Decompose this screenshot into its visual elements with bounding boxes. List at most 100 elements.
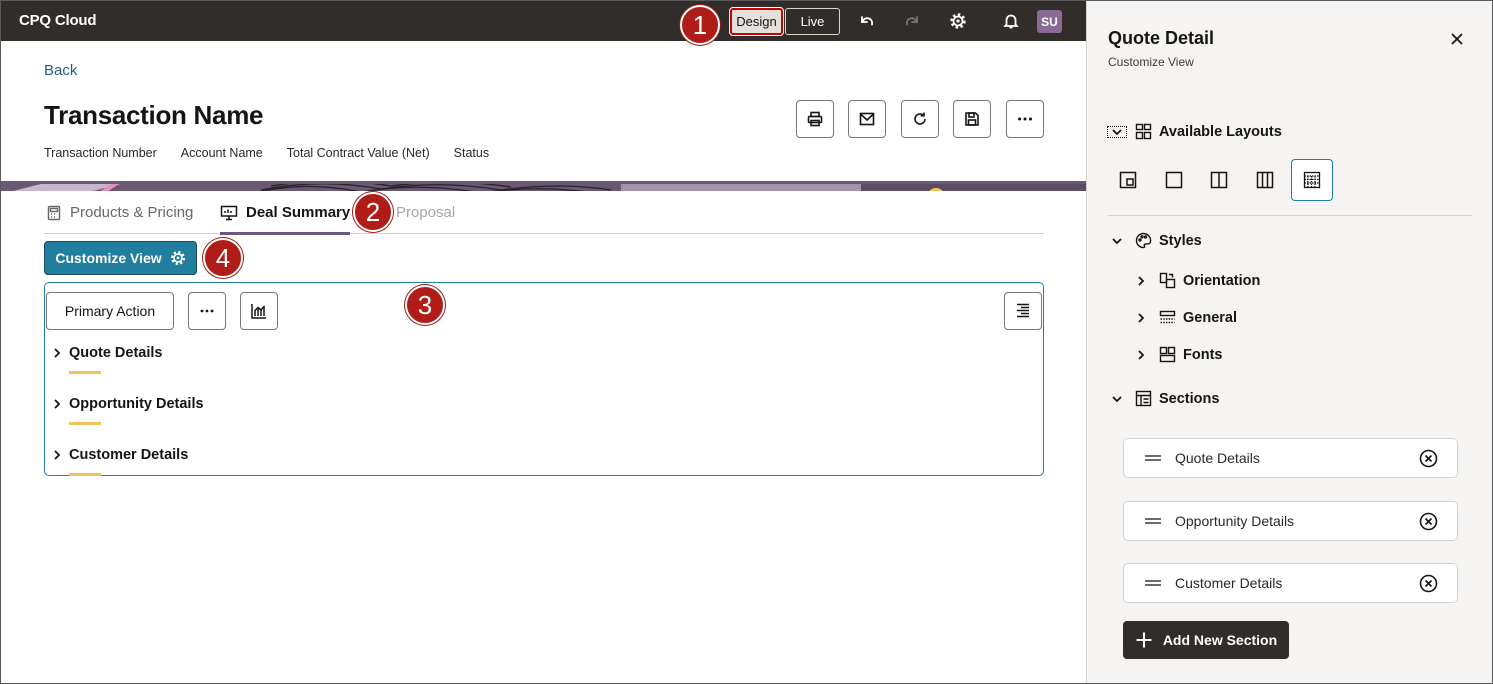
tab-proposal: Proposal bbox=[396, 191, 455, 234]
drag-handle-icon[interactable] bbox=[1144, 454, 1162, 462]
transaction-meta-row: Transaction Number Account Name Total Co… bbox=[44, 146, 513, 160]
save-icon bbox=[965, 112, 979, 126]
section-card-label: Customer Details bbox=[1175, 575, 1283, 591]
remove-circle-icon[interactable] bbox=[1419, 574, 1438, 593]
section-underline bbox=[69, 371, 101, 374]
tab-bar: Products & Pricing Deal Summary 2 Propos… bbox=[44, 191, 1044, 235]
app-window: CPQ Cloud 1 Design Live SU Back Transact… bbox=[0, 0, 1493, 684]
drawer-title: Quote Detail bbox=[1108, 28, 1215, 48]
email-icon bbox=[859, 112, 875, 126]
drawer-divider bbox=[1108, 215, 1472, 216]
print-button[interactable] bbox=[796, 100, 834, 138]
chevron-right-icon bbox=[48, 347, 66, 359]
customize-view-label: Customize View bbox=[55, 250, 162, 266]
meta-account-name: Account Name bbox=[180, 146, 263, 160]
undo-icon[interactable] bbox=[857, 11, 877, 31]
live-mode-button[interactable]: Live bbox=[785, 8, 840, 35]
layout-single-icon bbox=[1165, 171, 1183, 189]
drag-handle-icon[interactable] bbox=[1144, 517, 1162, 525]
section-card-opportunity-details[interactable]: Opportunity Details bbox=[1123, 501, 1458, 541]
callout-3: 3 bbox=[405, 285, 445, 325]
meta-transaction-number: Transaction Number bbox=[44, 146, 157, 160]
tab-deal-summary[interactable]: Deal Summary bbox=[220, 191, 351, 235]
drag-handle-icon[interactable] bbox=[1144, 579, 1162, 587]
callout-4: 4 bbox=[203, 238, 243, 278]
save-button[interactable] bbox=[953, 100, 991, 138]
section-underline bbox=[69, 473, 101, 476]
settings-icon[interactable] bbox=[948, 11, 968, 31]
chevron-down-icon bbox=[1107, 125, 1127, 138]
section-underline bbox=[69, 422, 101, 425]
available-layouts-header[interactable]: Available Layouts bbox=[1107, 123, 1282, 140]
chevron-down-icon bbox=[1108, 236, 1126, 246]
page-title: Transaction Name bbox=[44, 100, 264, 130]
layout-option-1[interactable] bbox=[1107, 159, 1149, 201]
remove-circle-icon[interactable] bbox=[1419, 512, 1438, 531]
style-label: General bbox=[1183, 309, 1237, 326]
email-button[interactable] bbox=[848, 100, 886, 138]
settings-icon bbox=[170, 251, 185, 265]
tab-label: Deal Summary bbox=[246, 204, 351, 221]
chevron-right-icon bbox=[48, 449, 66, 461]
section-quote-details[interactable]: Quote Details bbox=[48, 345, 162, 361]
design-mode-button[interactable]: Design bbox=[729, 7, 784, 36]
chevron-right-icon bbox=[1132, 275, 1150, 287]
fonts-icon bbox=[1158, 346, 1176, 363]
top-bar: CPQ Cloud 1 Design Live SU bbox=[1, 1, 1086, 45]
layout-option-3[interactable] bbox=[1198, 159, 1240, 201]
section-card-label: Opportunity Details bbox=[1175, 513, 1295, 529]
calculator-icon bbox=[46, 205, 62, 221]
notifications-icon[interactable] bbox=[1001, 11, 1021, 31]
styles-header[interactable]: Styles bbox=[1108, 232, 1202, 249]
layout-option-2[interactable] bbox=[1153, 159, 1195, 201]
section-opportunity-details[interactable]: Opportunity Details bbox=[48, 396, 204, 412]
primary-action-button[interactable]: Primary Action bbox=[46, 292, 174, 330]
section-customer-details[interactable]: Customer Details bbox=[48, 447, 188, 463]
chevron-down-icon bbox=[1108, 394, 1126, 404]
panel-more-button[interactable] bbox=[188, 292, 226, 330]
chart-button[interactable] bbox=[240, 292, 278, 330]
layout-grid-icon bbox=[1303, 171, 1321, 189]
style-label: Fonts bbox=[1183, 346, 1223, 363]
align-right-icon bbox=[1017, 303, 1029, 318]
chevron-right-icon bbox=[1132, 349, 1150, 361]
section-title: Opportunity Details bbox=[69, 396, 204, 412]
sections-label: Sections bbox=[1159, 390, 1220, 407]
print-icon bbox=[807, 111, 823, 127]
tab-label: Products & Pricing bbox=[70, 204, 194, 221]
palette-icon bbox=[1134, 232, 1152, 249]
layout-option-4[interactable] bbox=[1244, 159, 1286, 201]
callout-1: 1 bbox=[680, 5, 720, 45]
meta-status: Status bbox=[453, 146, 490, 160]
add-new-section-label: Add New Section bbox=[1162, 632, 1278, 648]
customize-view-button[interactable]: Customize View bbox=[44, 241, 197, 275]
section-card-customer-details[interactable]: Customer Details bbox=[1123, 563, 1458, 603]
chevron-right-icon bbox=[48, 398, 66, 410]
redo-icon bbox=[902, 11, 922, 31]
styles-label: Styles bbox=[1159, 232, 1202, 249]
style-fonts[interactable]: Fonts bbox=[1132, 346, 1222, 363]
sections-header[interactable]: Sections bbox=[1108, 390, 1219, 407]
style-orientation[interactable]: Orientation bbox=[1132, 272, 1260, 289]
more-actions-button[interactable] bbox=[1006, 100, 1044, 138]
decorative-banner bbox=[1, 181, 1086, 191]
tab-products-pricing[interactable]: Products & Pricing bbox=[46, 191, 193, 234]
section-title: Quote Details bbox=[69, 345, 163, 361]
refresh-button[interactable] bbox=[901, 100, 939, 138]
add-new-section-button[interactable]: Add New Section bbox=[1123, 621, 1289, 659]
remove-circle-icon[interactable] bbox=[1419, 449, 1438, 468]
sections-icon bbox=[1134, 390, 1152, 407]
more-icon bbox=[1018, 117, 1032, 121]
orientation-icon bbox=[1158, 272, 1176, 289]
user-avatar[interactable]: SU bbox=[1037, 10, 1062, 33]
callout-2: 2 bbox=[353, 192, 393, 232]
layout-option-5[interactable] bbox=[1291, 159, 1333, 201]
section-title: Customer Details bbox=[69, 447, 189, 463]
back-link[interactable]: Back bbox=[44, 62, 77, 79]
quote-detail-drawer: Quote Detail Customize View Available La… bbox=[1086, 1, 1492, 683]
align-button[interactable] bbox=[1004, 292, 1042, 330]
style-general[interactable]: General bbox=[1132, 309, 1237, 326]
section-card-quote-details[interactable]: Quote Details bbox=[1123, 438, 1458, 478]
refresh-icon bbox=[914, 112, 926, 125]
close-icon[interactable] bbox=[1447, 29, 1467, 49]
